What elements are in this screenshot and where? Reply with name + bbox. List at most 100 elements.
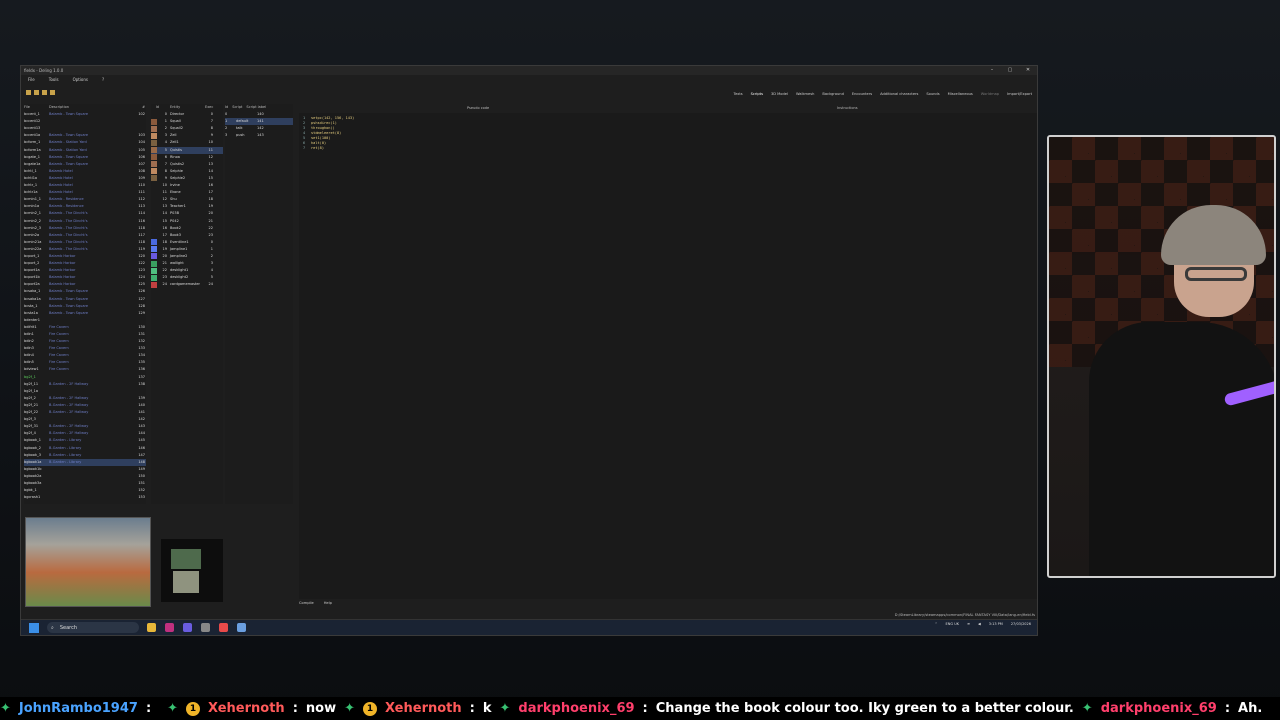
file-row[interactable]: bdview1 Fire Cavern 136: [24, 366, 146, 373]
file-explorer-icon[interactable]: [147, 623, 156, 632]
file-row[interactable]: bcmin1a Balamb - Residence 113: [24, 203, 146, 210]
tab-additional-characters[interactable]: Additional characters: [880, 92, 918, 96]
code-line[interactable]: 7 ret(8): [303, 146, 1033, 151]
entity-row[interactable]: 18 Eventline1 0: [151, 239, 223, 246]
chevron-up-icon[interactable]: ⌃: [935, 622, 938, 626]
file-row[interactable]: bcmin22a Balamb - The Dincht's 119: [24, 246, 146, 253]
deling-taskbar-icon[interactable]: [237, 623, 246, 632]
file-row[interactable]: bcsaka_1 Balamb - Town Square 126: [24, 288, 146, 295]
col-script-label[interactable]: Script label: [246, 104, 266, 111]
file-row[interactable]: bcgate_1 Balamb - Town Square 106: [24, 154, 146, 161]
file-row[interactable]: bcmin2_1 Balamb - The Dincht's 114: [24, 210, 146, 217]
language-indicator[interactable]: ENG UK: [946, 622, 960, 626]
file-row[interactable]: bgbook1a B-Garden - Library 148: [24, 458, 146, 466]
script-row[interactable]: 1 default 141: [225, 118, 293, 126]
code-lines[interactable]: 1 setpc(142, 156, 143) 2 pshsdirec(1) 3 throu…: [299, 113, 1037, 154]
tab-sounds[interactable]: Sounds: [926, 92, 939, 96]
file-row[interactable]: bcmin2a Balamb - The Dincht's 117: [24, 232, 146, 239]
file-row[interactable]: bg2f_3 142: [24, 416, 146, 423]
file-row[interactable]: bg2f_31 B-Garden - 2F Hallway 143: [24, 423, 146, 430]
file-row[interactable]: bgbook1b 149: [24, 466, 146, 473]
entity-row[interactable]: 10 Irvine 16: [151, 182, 223, 189]
menu-options[interactable]: Options: [73, 77, 88, 82]
file-row[interactable]: bccent1a Balamb - Town Square 103: [24, 132, 146, 139]
col-file[interactable]: File: [24, 104, 49, 111]
clock-date[interactable]: 27/03/2026: [1011, 622, 1031, 626]
entity-row[interactable]: 13 Teacher1 19: [151, 203, 223, 210]
entity-row[interactable]: 0 Director 0: [151, 111, 223, 118]
tab-miscellaneous[interactable]: Miscellaneous: [948, 92, 973, 96]
file-row[interactable]: bcport1a Balamb Harbor 123: [24, 267, 146, 274]
wifi-icon[interactable]: ≋: [967, 622, 970, 626]
app-icon-1[interactable]: [165, 623, 174, 632]
entity-row[interactable]: 9 Selphie2 15: [151, 175, 223, 182]
entity-row[interactable]: 24 cardgamemaster 24: [151, 281, 223, 288]
menu-file[interactable]: File: [28, 77, 35, 82]
maximize-button[interactable]: ▢: [1001, 66, 1019, 75]
file-row[interactable]: bgbook3a 151: [24, 480, 146, 487]
col-entity-exec[interactable]: Exec: [205, 104, 213, 111]
tab-3d-model[interactable]: 3D Model: [771, 92, 788, 96]
entity-row[interactable]: 2 Squall2 8: [151, 125, 223, 132]
file-row[interactable]: bcsta_1 Balamb - Town Square 128: [24, 303, 146, 310]
col-script-id[interactable]: Id: [225, 104, 228, 111]
entity-row[interactable]: 5 Quistis 11: [151, 146, 223, 154]
file-row[interactable]: bcmin2_2 Balamb - The Dincht's 116: [24, 218, 146, 225]
file-row[interactable]: bcmin2_3 Balamb - The Dincht's 118: [24, 225, 146, 232]
file-row[interactable]: bgbook_2 B-Garden - Library 146: [24, 445, 146, 452]
file-row[interactable]: bg2f_4 B-Garden - 2F Hallway 144: [24, 430, 146, 437]
file-row[interactable]: bdin2 Fire Cavern 132: [24, 338, 146, 345]
entity-row[interactable]: 20 Jampline2 2: [151, 253, 223, 260]
col-entity-name[interactable]: Entity: [170, 104, 205, 111]
file-row[interactable]: bchtr_1 Balamb Hotel 110: [24, 182, 146, 189]
col-description[interactable]: Description: [49, 104, 135, 111]
file-row[interactable]: bdin5 Fire Cavern 135: [24, 359, 146, 366]
script-row[interactable]: 0 140: [225, 111, 293, 118]
file-row[interactable]: bgbook_3 B-Garden - Library 147: [24, 452, 146, 459]
file-row[interactable]: bdifrit1 Fire Cavern 130: [24, 324, 146, 331]
file-row[interactable]: bg2f_1a: [24, 388, 146, 395]
tab-texts[interactable]: Texts: [734, 92, 743, 96]
compile-button[interactable]: Compile: [299, 601, 314, 605]
clock-time[interactable]: 3:13 PM: [989, 622, 1003, 626]
tab-scripts[interactable]: Scripts: [751, 92, 763, 96]
file-row[interactable]: bgbook2a 150: [24, 473, 146, 480]
file-row[interactable]: bg2f_2 B-Garden - 2F Hallway 139: [24, 395, 146, 402]
file-row[interactable]: bchtl1a Balamb Hotel 109: [24, 175, 146, 182]
file-row[interactable]: bcmin1_1 Balamb - Residence 112: [24, 196, 146, 203]
entity-row[interactable]: 14 P03B 20: [151, 210, 223, 217]
file-row[interactable]: bcsta1a Balamb - Town Square 129: [24, 310, 146, 317]
menu-tools[interactable]: Tools: [49, 77, 59, 82]
file-row[interactable]: bcport_1 Balamb Harbor 120: [24, 253, 146, 260]
taskbar-search[interactable]: ⌕ Search: [47, 622, 139, 633]
file-row[interactable]: bg2f_1 137: [24, 374, 146, 381]
file-row[interactable]: bg2f_21 B-Garden - 2F Hallway 140: [24, 402, 146, 409]
entity-row[interactable]: 1 Squall 7: [151, 118, 223, 125]
file-row[interactable]: bcport2a Balamb Harbor 125: [24, 281, 146, 288]
file-row[interactable]: bgcrash1 153: [24, 494, 146, 501]
file-row[interactable]: bcmin21a Balamb - The Dincht's 118: [24, 239, 146, 246]
file-row[interactable]: bdin4 Fire Cavern 134: [24, 352, 146, 359]
minimize-button[interactable]: –: [983, 66, 1001, 75]
col-script[interactable]: Script: [232, 104, 242, 111]
file-row[interactable]: bcgate1a Balamb - Town Square 107: [24, 161, 146, 168]
open-icon[interactable]: [26, 90, 31, 95]
entity-row[interactable]: 21 wallight 3: [151, 260, 223, 267]
file-row[interactable]: bdin3 Fire Cavern 133: [24, 345, 146, 352]
entity-row[interactable]: 19 Jampline1 1: [151, 246, 223, 253]
file-row[interactable]: bccent12: [24, 118, 146, 125]
entity-row[interactable]: 12 Shu 18: [151, 196, 223, 203]
tab-walkmesh[interactable]: Walkmesh: [796, 92, 814, 96]
file-row[interactable]: bgbk_1 152: [24, 487, 146, 494]
entity-row[interactable]: 15 P042 21: [151, 218, 223, 225]
file-row[interactable]: bgbook_1 B-Garden - Library 145: [24, 437, 146, 444]
tab-import-export[interactable]: Import/Export: [1007, 92, 1032, 96]
file-row[interactable]: bchtl_1 Balamb Hotel 108: [24, 168, 146, 175]
entity-row[interactable]: 7 Quistis2 13: [151, 161, 223, 168]
volume-icon[interactable]: ◀: [978, 622, 981, 626]
tab-worldmap[interactable]: Worldmap: [981, 92, 999, 96]
entity-row[interactable]: 22 desklight1 4: [151, 267, 223, 274]
entity-row[interactable]: 8 Selphie 14: [151, 168, 223, 175]
script-row[interactable]: 2 talk 142: [225, 125, 293, 132]
entity-row[interactable]: 6 Rinoa 12: [151, 154, 223, 161]
